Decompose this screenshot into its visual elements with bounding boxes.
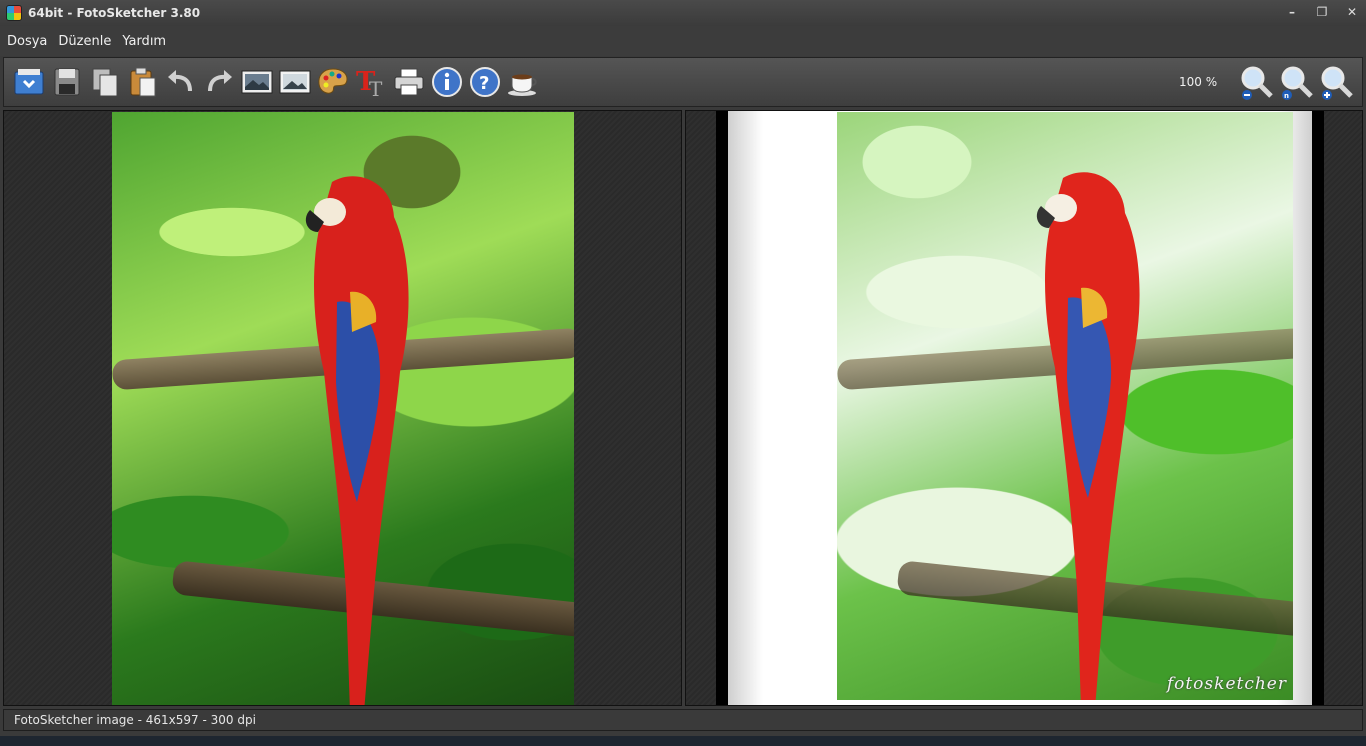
menu-bar: Dosya Düzenle Yardım xyxy=(0,26,1366,56)
sketch-image-button[interactable] xyxy=(276,61,314,103)
donate-coffee-button[interactable] xyxy=(504,61,542,103)
restore-button[interactable]: ❐ xyxy=(1314,4,1330,20)
redo-button[interactable] xyxy=(200,61,238,103)
paper-background: fotosketcher xyxy=(728,111,1312,705)
svg-text:n: n xyxy=(1284,92,1289,100)
zoom-reset-icon: n xyxy=(1281,66,1313,100)
window-title: 64bit - FotoSketcher 3.80 xyxy=(28,6,201,20)
info-icon xyxy=(432,67,462,97)
save-button[interactable] xyxy=(48,61,86,103)
print-button[interactable] xyxy=(390,61,428,103)
zoom-controls: n xyxy=(1238,62,1356,104)
save-icon xyxy=(54,68,80,96)
sketch-result-panel[interactable]: fotosketcher xyxy=(685,110,1363,706)
svg-text:?: ? xyxy=(479,73,489,94)
status-text: FotoSketcher image - 461x597 - 300 dpi xyxy=(14,713,256,727)
parrot-figure xyxy=(305,176,409,705)
zoom-reset-button[interactable]: n xyxy=(1278,62,1316,104)
app-icon[interactable] xyxy=(6,5,22,21)
svg-text:T: T xyxy=(369,77,383,99)
original-image-panel[interactable] xyxy=(3,110,682,706)
copy-icon xyxy=(92,68,118,97)
os-taskbar xyxy=(0,736,1366,746)
menu-dosya[interactable]: Dosya xyxy=(7,34,47,49)
open-image-button[interactable] xyxy=(10,61,48,103)
parrot-figure xyxy=(1036,172,1140,700)
copy-button[interactable] xyxy=(86,61,124,103)
painted-photo: fotosketcher xyxy=(837,112,1293,700)
status-bar: FotoSketcher image - 461x597 - 300 dpi xyxy=(3,709,1363,731)
sketch-image-icon xyxy=(279,70,311,94)
original-image-button[interactable] xyxy=(238,61,276,103)
menu-duzenle[interactable]: Düzenle xyxy=(58,34,111,49)
print-icon xyxy=(394,68,424,96)
zoom-out-icon xyxy=(1241,66,1273,100)
add-text-button[interactable]: T T xyxy=(352,61,390,103)
help-button[interactable]: ? xyxy=(466,61,504,103)
paste-button[interactable] xyxy=(124,61,162,103)
close-button[interactable]: ✕ xyxy=(1344,4,1360,20)
watermark: fotosketcher xyxy=(1166,674,1287,694)
painting-parameters-button[interactable] xyxy=(314,61,352,103)
title-bar: 64bit - FotoSketcher 3.80 – ❐ ✕ xyxy=(0,0,1366,26)
help-icon: ? xyxy=(470,67,500,97)
window-controls: – ❐ ✕ xyxy=(1284,4,1360,20)
info-button[interactable] xyxy=(428,61,466,103)
coffee-icon xyxy=(508,74,537,96)
zoom-out-button[interactable] xyxy=(1238,62,1276,104)
undo-button[interactable] xyxy=(162,61,200,103)
original-photo xyxy=(112,112,574,705)
open-image-icon xyxy=(14,69,44,95)
zoom-level: 100 % xyxy=(1179,75,1218,89)
zoom-in-button[interactable] xyxy=(1318,62,1356,104)
fotosketcher-window: 64bit - FotoSketcher 3.80 – ❐ ✕ Dosya Dü… xyxy=(0,0,1366,746)
original-image-icon xyxy=(241,70,273,94)
text-icon: T T xyxy=(356,67,383,99)
redo-icon xyxy=(208,70,232,92)
undo-icon xyxy=(168,70,192,92)
zoom-in-icon xyxy=(1321,66,1353,100)
paper-frame: fotosketcher xyxy=(716,111,1324,705)
toolbar: T T ? 100 % n xyxy=(3,57,1363,107)
menu-yardim[interactable]: Yardım xyxy=(122,34,166,49)
painting-parameters-icon xyxy=(318,68,348,94)
paste-icon xyxy=(130,67,156,97)
minimize-button[interactable]: – xyxy=(1284,4,1300,20)
